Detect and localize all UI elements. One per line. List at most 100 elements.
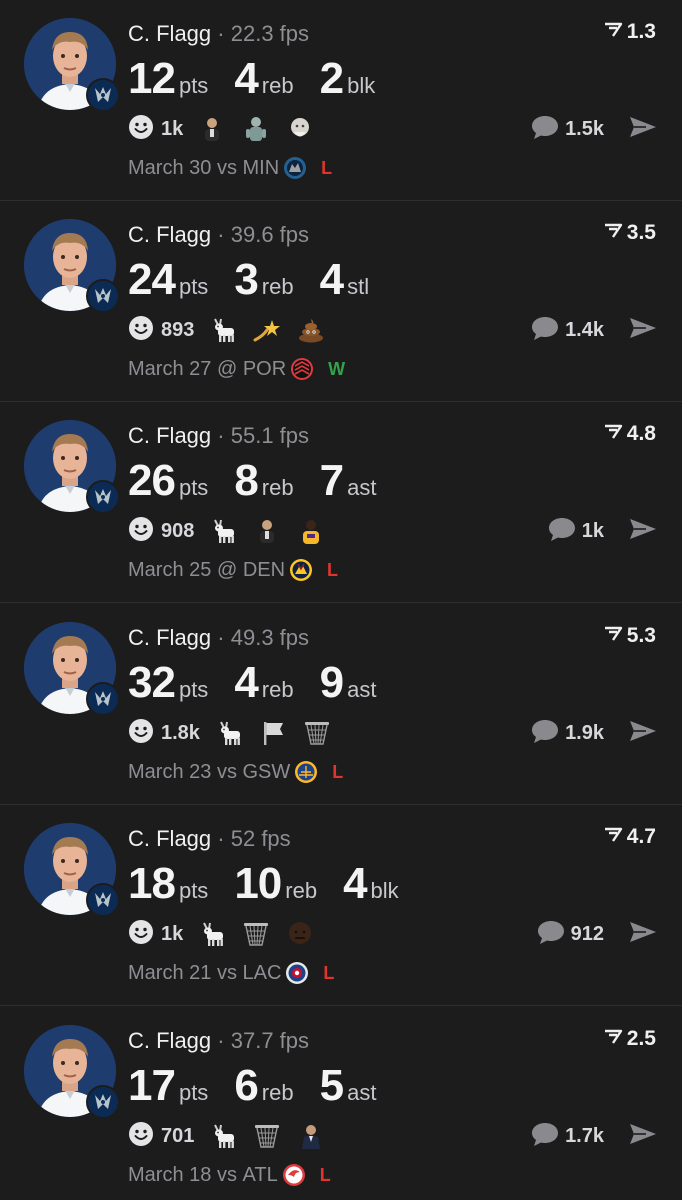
blazers-logo-icon xyxy=(290,357,314,381)
smile-icon[interactable] xyxy=(128,315,154,346)
goat-icon[interactable] xyxy=(197,919,227,949)
post-card[interactable]: C. Flagg · 39.6 fps 3.5 24 pts 3 reb 4 s… xyxy=(0,201,682,402)
player-name[interactable]: C. Flagg xyxy=(128,21,211,46)
hawks-logo-icon xyxy=(282,1163,306,1187)
comment-icon[interactable] xyxy=(537,919,571,950)
smile-icon[interactable] xyxy=(128,919,154,950)
mavericks-logo-icon xyxy=(86,1085,120,1119)
basketball-net-icon[interactable] xyxy=(252,1121,282,1151)
smile-icon[interactable] xyxy=(128,516,154,547)
share-icon[interactable] xyxy=(628,114,658,145)
reaction-count: 701 xyxy=(161,1124,195,1147)
rating-badge: 2.5 xyxy=(603,1027,656,1051)
post-card[interactable]: C. Flagg · 52 fps 4.7 18 pts 10 reb 4 bl… xyxy=(0,805,682,1006)
rating-icon xyxy=(603,1027,623,1051)
player-icon[interactable] xyxy=(197,114,227,144)
statue-icon[interactable] xyxy=(241,114,271,144)
post-card[interactable]: C. Flagg · 49.3 fps 5.3 32 pts 4 reb 9 a… xyxy=(0,604,682,805)
game-info[interactable]: March 23 vs GSW L xyxy=(128,760,343,784)
reactions-row: 893 xyxy=(128,315,340,345)
player-name[interactable]: C. Flagg xyxy=(128,423,211,448)
reactions-row: 908 xyxy=(128,516,340,546)
game-date: March 30 xyxy=(128,156,212,179)
player-name[interactable]: C. Flagg xyxy=(128,1028,211,1053)
player-name[interactable]: C. Flagg xyxy=(128,826,211,851)
comment-count[interactable]: 912 xyxy=(571,923,604,946)
comment-icon[interactable] xyxy=(548,516,582,547)
player-name[interactable]: C. Flagg xyxy=(128,222,211,247)
game-info[interactable]: March 18 vs ATL L xyxy=(128,1163,331,1187)
wolves-logo-icon xyxy=(283,156,307,180)
white-flag-icon[interactable] xyxy=(258,718,288,748)
stat-label: pts xyxy=(178,1080,209,1105)
comment-icon[interactable] xyxy=(531,315,565,346)
post-actions: 1.4k xyxy=(531,314,658,346)
post-card[interactable]: C. Flagg · 55.1 fps 4.8 26 pts 8 reb 7 a… xyxy=(0,402,682,603)
stat-label: pts xyxy=(178,878,209,903)
game-info[interactable]: March 27 @ POR W xyxy=(128,357,345,381)
comment-icon[interactable] xyxy=(531,1121,565,1152)
comment-icon[interactable] xyxy=(531,718,565,749)
opponent-abbr: DEN xyxy=(242,558,286,581)
comment-count[interactable]: 1.4k xyxy=(565,319,604,342)
player-name[interactable]: C. Flagg xyxy=(128,625,211,650)
lakers-player-icon[interactable] xyxy=(296,516,326,546)
game-info[interactable]: March 30 vs MIN L xyxy=(128,156,332,180)
stat-value: 4 xyxy=(319,255,345,304)
stat-value: 26 xyxy=(128,456,176,505)
fantasy-points: 55.1 fps xyxy=(230,423,310,448)
goat-icon[interactable] xyxy=(208,516,238,546)
stat-line: 32 pts 4 reb 9 ast xyxy=(128,658,402,708)
share-icon[interactable] xyxy=(628,919,658,950)
stat-label: reb xyxy=(261,677,294,702)
stat-line: 17 pts 6 reb 5 ast xyxy=(128,1061,402,1111)
basketball-net-icon[interactable] xyxy=(241,919,271,949)
reaction-count: 908 xyxy=(161,519,195,542)
rating-badge: 4.7 xyxy=(603,825,656,849)
basketball-net-icon[interactable] xyxy=(302,718,332,748)
post-actions: 1.9k xyxy=(531,717,658,749)
post-actions: 1.5k xyxy=(531,113,658,145)
goat-icon[interactable] xyxy=(208,315,238,345)
game-info[interactable]: March 21 vs LAC L xyxy=(128,961,334,985)
shooting-star-icon[interactable] xyxy=(252,315,282,345)
stat-value: 5 xyxy=(319,1061,345,1110)
opponent-abbr: POR xyxy=(242,357,287,380)
post-header: C. Flagg · 22.3 fps xyxy=(128,20,309,48)
game-info[interactable]: March 25 @ DEN L xyxy=(128,558,338,582)
face-icon[interactable] xyxy=(285,919,315,949)
stat-value: 7 xyxy=(319,456,345,505)
comment-count[interactable]: 1.7k xyxy=(565,1125,604,1148)
fantasy-points: 52 fps xyxy=(230,826,291,851)
post-actions: 912 xyxy=(537,918,658,950)
post-card[interactable]: C. Flagg · 37.7 fps 2.5 17 pts 6 reb 5 a… xyxy=(0,1007,682,1200)
smile-icon[interactable] xyxy=(128,114,154,145)
comment-icon[interactable] xyxy=(531,114,565,145)
smile-icon[interactable] xyxy=(128,1121,154,1152)
suit-man-icon[interactable] xyxy=(296,1121,326,1151)
poop-icon[interactable] xyxy=(296,315,326,345)
stat-label: pts xyxy=(178,475,209,500)
stat-label: blk xyxy=(347,73,376,98)
share-icon[interactable] xyxy=(628,1121,658,1152)
smile-icon[interactable] xyxy=(128,718,154,749)
comment-count[interactable]: 1.9k xyxy=(565,722,604,745)
game-venue: vs xyxy=(216,1163,237,1186)
stat-2: 5 ast xyxy=(320,1061,377,1111)
post-card[interactable]: C. Flagg · 22.3 fps 1.3 12 pts 4 reb 2 b… xyxy=(0,0,682,201)
nuggets-logo-icon xyxy=(289,558,313,582)
separator: · xyxy=(217,423,225,448)
stat-label: reb xyxy=(261,1080,294,1105)
share-icon[interactable] xyxy=(628,718,658,749)
post-feed: C. Flagg · 22.3 fps 1.3 12 pts 4 reb 2 b… xyxy=(0,0,682,1200)
comment-count[interactable]: 1.5k xyxy=(565,118,604,141)
goat-icon[interactable] xyxy=(208,1121,238,1151)
game-result: L xyxy=(327,559,339,580)
player-icon[interactable] xyxy=(252,516,282,546)
share-icon[interactable] xyxy=(628,315,658,346)
share-icon[interactable] xyxy=(628,516,658,547)
goat-icon[interactable] xyxy=(214,718,244,748)
stat-2: 9 ast xyxy=(320,658,377,708)
old-man-icon[interactable] xyxy=(285,114,315,144)
comment-count[interactable]: 1k xyxy=(582,520,604,543)
